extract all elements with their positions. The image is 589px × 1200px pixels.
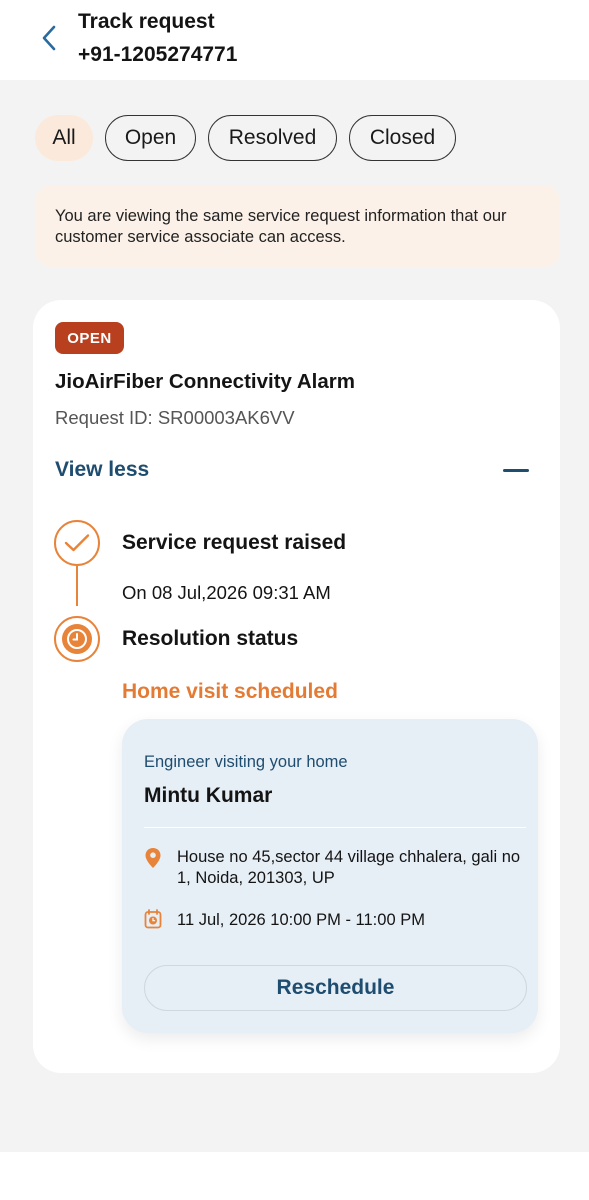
- minus-icon[interactable]: [503, 458, 529, 482]
- back-button[interactable]: [34, 20, 64, 56]
- filter-chips: All Open Resolved Closed: [35, 115, 456, 161]
- location-pin-icon: [145, 848, 161, 868]
- step-date-raised: On 08 Jul,2026 09:31 AM: [122, 582, 331, 603]
- status-badge: OPEN: [55, 322, 124, 354]
- request-card: OPEN JioAirFiber Connectivity Alarm Requ…: [33, 300, 560, 1073]
- resolution-status-text: Home visit scheduled: [122, 680, 338, 703]
- page-title: Track request: [78, 10, 215, 33]
- chevron-left-icon: [42, 25, 56, 51]
- engineer-name: Mintu Kumar: [144, 784, 273, 807]
- phone-number: +91-1205274771: [78, 43, 238, 66]
- visit-details-card: Engineer visiting your home Mintu Kumar …: [122, 719, 538, 1033]
- visit-time-slot: 11 Jul, 2026 10:00 PM - 11:00 PM: [177, 911, 425, 929]
- calendar-clock-icon: [144, 909, 162, 929]
- divider: [144, 827, 526, 828]
- timeline-connector: [76, 566, 78, 606]
- filter-chip-open[interactable]: Open: [105, 115, 196, 161]
- filter-chip-closed[interactable]: Closed: [349, 115, 456, 161]
- app-header: Track request +91-1205274771: [0, 0, 589, 80]
- step-title-raised: Service request raised: [122, 531, 347, 554]
- info-notice: You are viewing the same service request…: [35, 185, 560, 267]
- filter-chip-resolved[interactable]: Resolved: [208, 115, 337, 161]
- filter-chip-all[interactable]: All: [35, 115, 93, 161]
- clock-icon: [54, 616, 100, 662]
- bottom-bar: [0, 1152, 589, 1200]
- step-title-resolution: Resolution status: [122, 627, 299, 650]
- request-title: JioAirFiber Connectivity Alarm: [55, 370, 355, 393]
- visit-label: Engineer visiting your home: [144, 753, 348, 771]
- check-circle-icon: [54, 520, 100, 566]
- reschedule-button[interactable]: Reschedule: [144, 965, 527, 1011]
- visit-address: House no 45,sector 44 village chhalera, …: [177, 848, 521, 887]
- request-id: Request ID: SR00003AK6VV: [55, 407, 295, 428]
- view-less-link[interactable]: View less: [55, 458, 149, 482]
